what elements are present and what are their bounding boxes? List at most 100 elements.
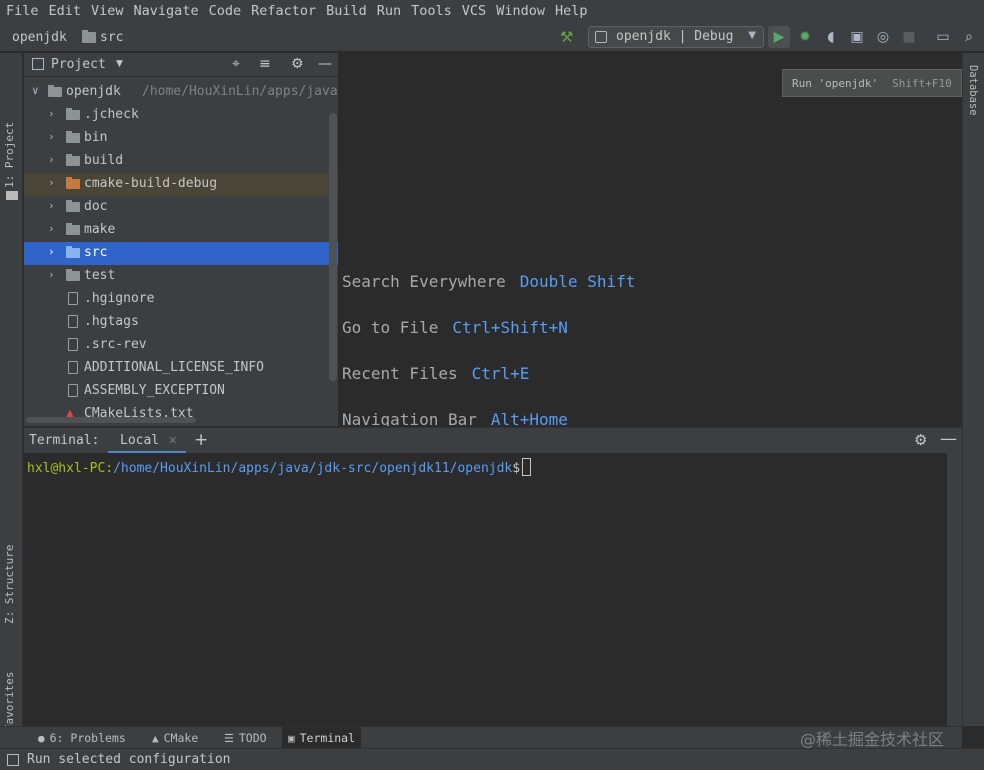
watermark: @稀土掘金技术社区 [800, 730, 945, 749]
tree-item[interactable]: › .jcheck [24, 104, 338, 127]
chevron-right-icon[interactable]: › [48, 199, 55, 212]
run-configuration-select[interactable]: openjdk | Debug ▼ [588, 26, 764, 48]
terminal-title: Terminal: [29, 433, 100, 448]
horizontal-scrollbar[interactable] [26, 417, 196, 423]
cmake-icon: ▲ [152, 731, 159, 745]
toggle-layout-button[interactable]: ▭ [932, 26, 954, 48]
tool-tab-problems[interactable]: ● 6: Problems [32, 727, 132, 749]
breadcrumb-root[interactable]: openjdk [12, 30, 67, 45]
terminal-scrollbar-track[interactable] [947, 453, 962, 726]
chevron-down-icon[interactable]: ∨ [32, 84, 39, 97]
locate-target-icon[interactable]: ⌖ [232, 56, 240, 72]
chevron-right-icon[interactable]: › [48, 107, 55, 120]
menu-refactor[interactable]: Refactor [251, 3, 316, 19]
config-icon [595, 31, 607, 43]
chevron-down-icon[interactable]: ▼ [116, 59, 123, 69]
excluded-folder-icon [66, 177, 80, 189]
attach-debugger-button[interactable]: ◎ [872, 26, 894, 48]
tree-item[interactable]: › doc [24, 196, 338, 219]
tree-item-label: make [84, 222, 116, 237]
tree-item[interactable]: › bin [24, 127, 338, 150]
tree-item[interactable]: ASSEMBLY_EXCEPTION [24, 380, 338, 403]
terminal-body[interactable]: hxl@hxl-PC:/home/HouXinLin/apps/java/jdk… [24, 453, 947, 726]
tree-root-path: /home/HouXinLin/apps/java [142, 84, 338, 99]
tool-tab-todo[interactable]: ☰ TODO [218, 727, 273, 749]
menu-navigate[interactable]: Navigate [134, 3, 199, 19]
tree-item-label: src [84, 245, 108, 260]
coverage-button[interactable]: ◖ [820, 26, 842, 48]
prompt-user: hxl@hxl-PC: [27, 461, 114, 476]
prompt-symbol: $ [512, 461, 521, 476]
stop-button[interactable]: ■ [898, 26, 920, 48]
project-tool-tab[interactable]: 1: Project [3, 122, 16, 188]
chevron-right-icon[interactable]: › [48, 130, 55, 143]
collapse-all-icon[interactable]: ≡ [259, 56, 271, 72]
tree-item-selected[interactable]: › src [24, 242, 338, 265]
project-view-icon [32, 58, 44, 70]
run-button[interactable]: ▶ [768, 26, 790, 48]
menu-window[interactable]: Window [496, 3, 545, 19]
menu-tools[interactable]: Tools [411, 3, 452, 19]
tree-item[interactable]: › build [24, 150, 338, 173]
build-hammer-icon[interactable]: ⚒ [560, 28, 573, 46]
gear-icon[interactable]: ⚙ [914, 431, 927, 449]
folder-icon [66, 246, 80, 258]
chevron-right-icon[interactable]: › [48, 176, 55, 189]
breadcrumb-src[interactable]: src [100, 30, 123, 45]
tree-item[interactable]: .hgignore [24, 288, 338, 311]
tree-item[interactable]: .src-rev [24, 334, 338, 357]
terminal-tab-local[interactable]: Local ✕ [108, 428, 186, 454]
profiler-icon: ▣ [850, 29, 864, 45]
tree-item[interactable]: ADDITIONAL_LICENSE_INFO [24, 357, 338, 380]
hint-action: Recent Files [342, 364, 458, 383]
database-tool-tab[interactable]: Database [967, 65, 979, 116]
tool-tab-cmake[interactable]: ▲ CMake [146, 727, 204, 749]
hint-shortcut: Ctrl+E [471, 364, 530, 383]
tree-root[interactable]: ∨ openjdk /home/HouXinLin/apps/java [24, 81, 338, 104]
chevron-right-icon[interactable]: › [48, 153, 55, 166]
menu-code[interactable]: Code [209, 3, 242, 19]
tool-windows-icon[interactable] [7, 754, 19, 766]
vertical-scrollbar[interactable] [329, 113, 337, 381]
minimize-icon[interactable]: — [318, 56, 332, 72]
menu-view[interactable]: View [91, 3, 124, 19]
project-panel: Project ▼ ⌖ ≡ ⚙ — ∨ openjdk /home/HouXin… [24, 53, 338, 426]
todo-icon: ☰ [224, 731, 234, 745]
tool-tab-terminal[interactable]: ▣ Terminal [282, 727, 362, 749]
play-icon: ▶ [773, 29, 785, 45]
structure-tool-tab[interactable]: Z: Structure [3, 545, 16, 624]
tree-item[interactable]: › make [24, 219, 338, 242]
tree-item-label: doc [84, 199, 108, 214]
minimize-icon[interactable]: — [940, 429, 957, 449]
tree-item-excluded[interactable]: › cmake-build-debug [24, 173, 338, 196]
project-view-select[interactable]: Project [51, 57, 106, 72]
debug-button[interactable]: ✹ [794, 26, 816, 48]
profile-button[interactable]: ▣ [846, 26, 868, 48]
chevron-right-icon[interactable]: › [48, 245, 55, 258]
menu-edit[interactable]: Edit [49, 3, 82, 19]
menu-build[interactable]: Build [326, 3, 367, 19]
hint-action: Go to File [342, 318, 439, 337]
right-tool-stripe: Database [962, 53, 984, 726]
menu-help[interactable]: Help [555, 3, 588, 19]
plus-icon[interactable]: + [194, 430, 208, 450]
tree-item-label: .jcheck [84, 107, 139, 122]
tree-item[interactable]: .hgtags [24, 311, 338, 334]
tooltip-text: Run 'openjdk' [792, 77, 879, 90]
search-everywhere-button[interactable]: ⌕ [958, 26, 980, 48]
tooltip-shortcut: Shift+F10 [892, 77, 952, 90]
menu-file[interactable]: File [6, 3, 39, 19]
folder-icon [66, 154, 80, 166]
tool-tab-label: TODO [238, 731, 267, 745]
menu-vcs[interactable]: VCS [462, 3, 486, 19]
tree-item[interactable]: › test [24, 265, 338, 288]
close-icon[interactable]: ✕ [168, 434, 177, 447]
chevron-right-icon[interactable]: › [48, 222, 55, 235]
status-text: Run selected configuration [27, 752, 231, 767]
chevron-right-icon[interactable]: › [48, 268, 55, 281]
tree-item-label: .hgtags [84, 314, 139, 329]
folder-icon [66, 223, 80, 235]
menu-bar: File Edit View Navigate Code Refactor Bu… [0, 0, 984, 22]
menu-run[interactable]: Run [377, 3, 401, 19]
gear-icon[interactable]: ⚙ [291, 56, 304, 72]
